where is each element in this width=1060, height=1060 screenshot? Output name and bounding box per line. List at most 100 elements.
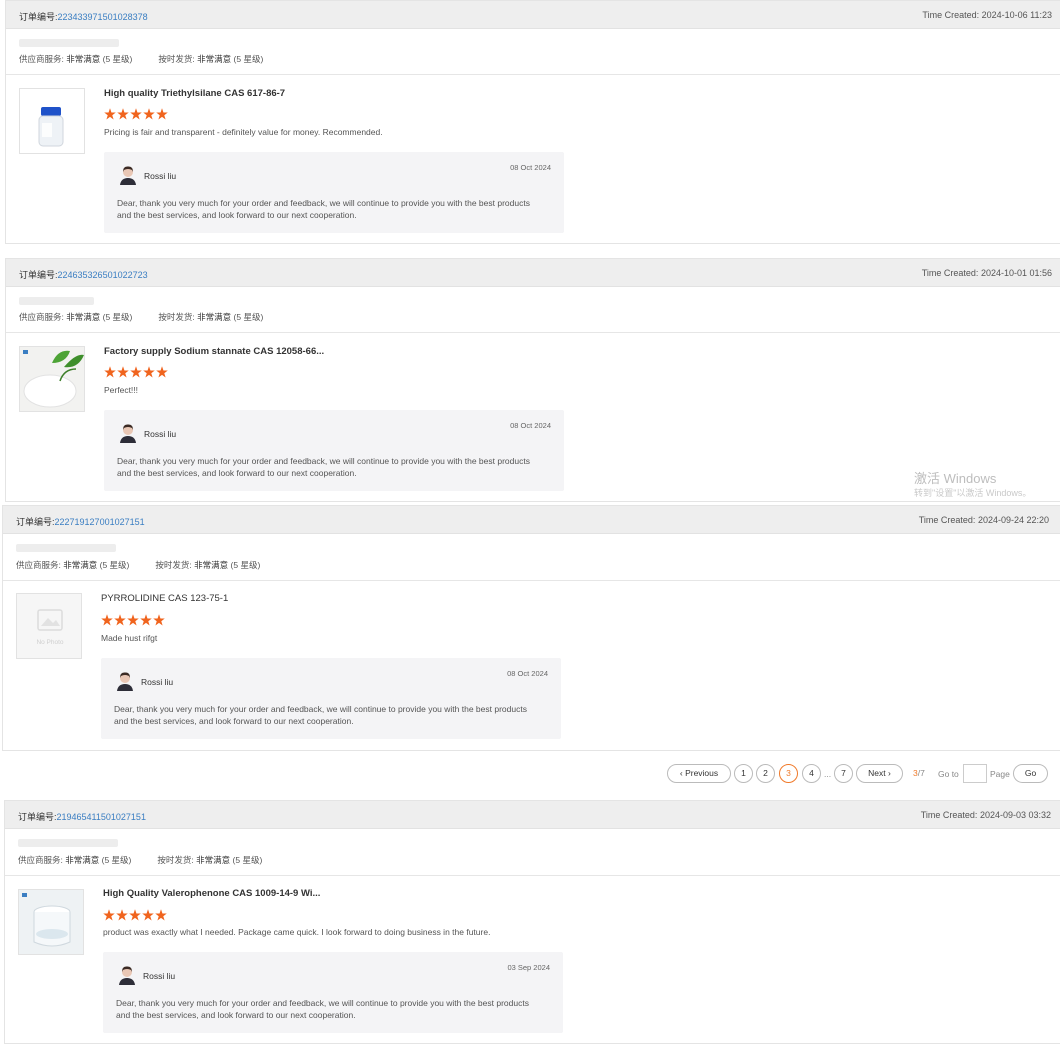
reply-text: Dear, thank you very much for your order… (114, 704, 527, 726)
order-header: 订单编号:219465411501027151 Time Created: 20… (5, 801, 1060, 829)
divider (6, 332, 1060, 333)
avatar (117, 672, 133, 691)
next-button[interactable]: Next › (856, 764, 903, 783)
reply-text: Dear, thank you very much for your order… (116, 998, 529, 1020)
star-icon (142, 909, 154, 921)
product-thumbnail[interactable] (19, 346, 85, 412)
order-number-link[interactable]: 222719127001027151 (55, 517, 145, 527)
seller-reply: Rossi liu 08 Oct 2024 Dear, thank you ve… (101, 658, 561, 739)
order-number: 订单编号:224635326501022723 (19, 270, 148, 280)
star-rating (104, 108, 168, 120)
goto-page-input[interactable] (963, 764, 987, 783)
divider (5, 875, 1060, 876)
star-icon (155, 909, 167, 921)
order-number: 订单编号:223433971501028378 (19, 12, 148, 22)
buyer-name-redacted (19, 39, 119, 47)
seller-reply: Rossi liu 03 Sep 2024 Dear, thank you ve… (103, 952, 563, 1033)
page-button-current[interactable]: 3 (779, 764, 798, 783)
no-photo-label: No Photo (36, 639, 63, 646)
order-number-link[interactable]: 223433971501028378 (58, 12, 148, 22)
glass-jar-icon (19, 890, 83, 954)
buyer-name-redacted (19, 297, 94, 305)
star-icon (116, 909, 128, 921)
order-card: 订单编号:224635326501022723 Time Created: 20… (5, 258, 1060, 502)
product-name[interactable]: High Quality Valerophenone CAS 1009-14-9… (103, 888, 320, 899)
order-number: 订单编号:222719127001027151 (16, 517, 145, 527)
star-rating (103, 909, 167, 921)
review-text: Made hust rifgt (101, 633, 158, 643)
order-number: 订单编号:219465411501027151 (18, 812, 146, 822)
reply-author: Rossi liu (141, 677, 174, 687)
order-header: 订单编号:222719127001027151 Time Created: 20… (3, 506, 1060, 534)
go-button[interactable]: Go (1013, 764, 1048, 783)
seller-ratings: 供应商服务: 非常满意 (5 星级) 按时发货: 非常满意 (5 星级) (16, 560, 261, 570)
order-number-link[interactable]: 219465411501027151 (57, 812, 146, 822)
reply-date: 08 Oct 2024 (510, 163, 551, 172)
seller-ratings: 供应商服务: 非常满意 (5 星级) 按时发货: 非常满意 (5 星级) (19, 54, 264, 64)
order-card: 订单编号:222719127001027151 Time Created: 20… (2, 505, 1060, 751)
page-button[interactable]: 4 (802, 764, 821, 783)
page-button[interactable]: 1 (734, 764, 753, 783)
seller-reply: Rossi liu 08 Oct 2024 Dear, thank you ve… (104, 410, 564, 491)
star-rating (104, 366, 168, 378)
buyer-name-redacted (18, 839, 118, 847)
windows-activation-watermark: 激活 Windows (914, 471, 997, 486)
chevron-right-icon: › (885, 768, 891, 778)
time-created: Time Created: 2024-09-24 22:20 (918, 515, 1049, 525)
star-icon (117, 108, 129, 120)
star-icon (103, 909, 115, 921)
product-name[interactable]: High quality Triethylsilane CAS 617-86-7 (104, 88, 285, 99)
divider (3, 580, 1060, 581)
product-thumbnail[interactable] (18, 889, 84, 955)
review-text: Perfect!!! (104, 385, 139, 395)
star-icon (140, 614, 152, 626)
powder-plant-icon (20, 347, 84, 411)
reply-text: Dear, thank you very much for your order… (117, 456, 530, 478)
time-created: Time Created: 2024-09-03 03:32 (920, 810, 1051, 820)
product-name[interactable]: PYRROLIDINE CAS 123-75-1 (101, 593, 228, 604)
star-icon (130, 108, 142, 120)
product-thumbnail[interactable]: No Photo (16, 593, 82, 659)
star-icon (143, 366, 155, 378)
reply-author: Rossi liu (144, 429, 177, 439)
star-icon (129, 909, 141, 921)
star-icon (114, 614, 126, 626)
product-name[interactable]: Factory supply Sodium stannate CAS 12058… (104, 346, 324, 357)
star-icon (104, 366, 116, 378)
page-button[interactable]: 7 (834, 764, 853, 783)
product-thumbnail[interactable] (19, 88, 85, 154)
seller-ratings: 供应商服务: 非常满意 (5 星级) 按时发货: 非常满意 (5 星级) (18, 855, 263, 865)
reply-date: 03 Sep 2024 (507, 963, 550, 972)
time-created: Time Created: 2024-10-06 11:23 (922, 10, 1052, 20)
windows-activation-hint: 转到"设置"以激活 Windows。 (914, 488, 1032, 498)
page-button[interactable]: 2 (756, 764, 775, 783)
time-created: Time Created: 2024-10-01 01:56 (921, 268, 1052, 278)
review-text: Pricing is fair and transparent - defini… (104, 127, 383, 137)
star-icon (127, 614, 139, 626)
avatar (120, 424, 136, 443)
avatar (120, 166, 136, 185)
no-photo-icon: No Photo (36, 609, 64, 646)
avatar (119, 966, 135, 985)
order-card: 订单编号:219465411501027151 Time Created: 20… (4, 800, 1060, 1044)
previous-button[interactable]: ‹ Previous (667, 764, 731, 783)
reply-text: Dear, thank you very much for your order… (117, 198, 530, 220)
seller-reply: Rossi liu 08 Oct 2024 Dear, thank you ve… (104, 152, 564, 233)
reply-date: 08 Oct 2024 (507, 669, 548, 678)
star-icon (130, 366, 142, 378)
bottle-icon (38, 107, 64, 147)
review-text: product was exactly what I needed. Packa… (103, 927, 491, 937)
reply-author: Rossi liu (143, 971, 176, 981)
order-header: 订单编号:224635326501022723 Time Created: 20… (6, 259, 1060, 287)
star-rating (101, 614, 165, 626)
seller-ratings: 供应商服务: 非常满意 (5 星级) 按时发货: 非常满意 (5 星级) (19, 312, 264, 322)
buyer-name-redacted (16, 544, 116, 552)
reply-author: Rossi liu (144, 171, 177, 181)
star-icon (156, 366, 168, 378)
order-number-link[interactable]: 224635326501022723 (58, 270, 148, 280)
goto-label: Go to (938, 769, 959, 779)
order-card: 订单编号:223433971501028378 Time Created: 20… (5, 0, 1060, 244)
star-icon (143, 108, 155, 120)
page-ellipsis: ... (824, 769, 832, 779)
reply-date: 08 Oct 2024 (510, 421, 551, 430)
